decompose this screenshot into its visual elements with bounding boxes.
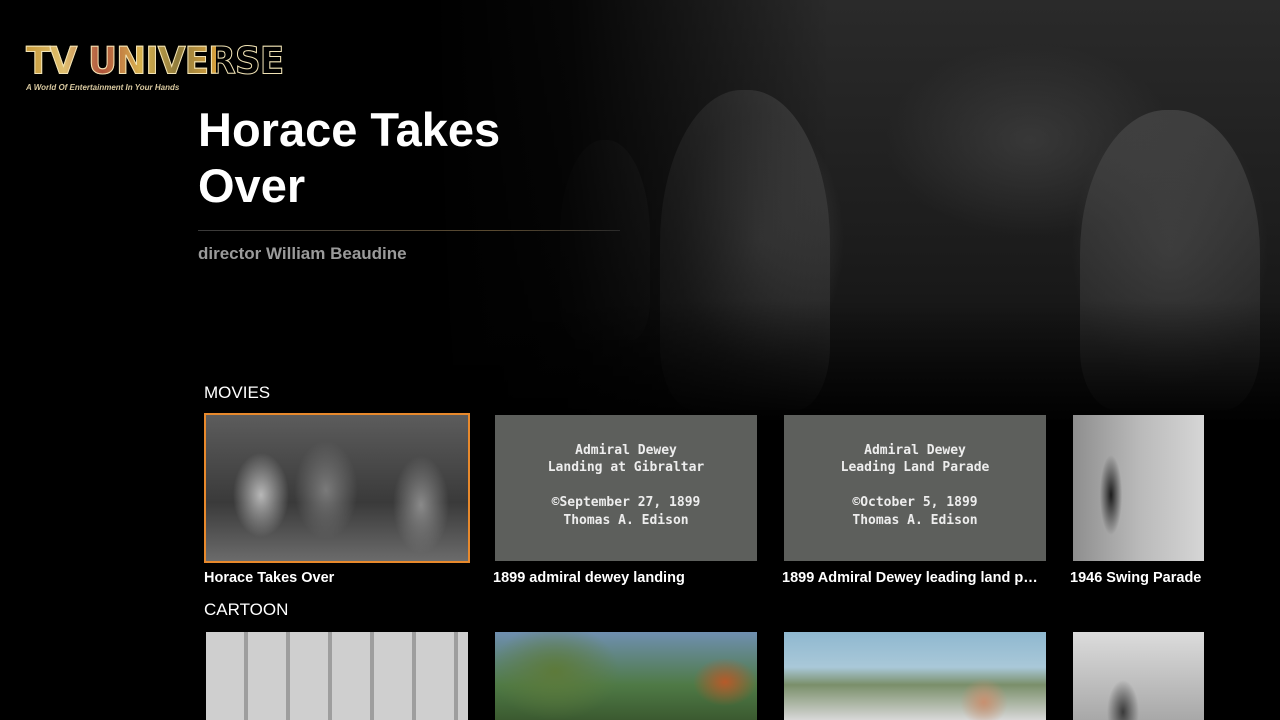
title-card-line: Leading Land Parade bbox=[840, 460, 990, 475]
row-title-movies: MOVIES bbox=[204, 383, 271, 402]
title-card-line: Landing at Gibraltar bbox=[547, 460, 705, 475]
card-thumbnail bbox=[495, 632, 757, 720]
hero-title: Horace Takes Over bbox=[198, 103, 501, 212]
cartoon-card[interactable] bbox=[784, 632, 1046, 720]
tv-app-screen: TV UNIVERSE A World Of Entertainment In … bbox=[0, 0, 1280, 720]
hero-divider bbox=[198, 230, 620, 231]
card-label: 1899 admiral dewey landing bbox=[493, 570, 685, 586]
card-thumbnail bbox=[1073, 632, 1204, 720]
cartoon-card[interactable] bbox=[1073, 632, 1204, 720]
hero-subtitle: director William Beaudine bbox=[198, 244, 407, 263]
title-card-line: Admiral Dewey bbox=[575, 443, 677, 458]
card-thumbnail: Admiral Dewey Landing at Gibraltar ©Sept… bbox=[495, 415, 757, 561]
card-thumbnail bbox=[206, 415, 468, 561]
title-card-line: Thomas A. Edison bbox=[563, 513, 689, 528]
movie-card-dewey-landing[interactable]: Admiral Dewey Landing at Gibraltar ©Sept… bbox=[495, 415, 757, 561]
movie-card-dewey-parade[interactable]: Admiral Dewey Leading Land Parade ©Octob… bbox=[784, 415, 1046, 561]
app-logo: TV UNIVERSE A World Of Entertainment In … bbox=[26, 39, 285, 100]
card-thumbnail bbox=[206, 632, 468, 720]
card-label: 1946 Swing Parade bbox=[1070, 570, 1202, 586]
card-label: 1899 Admiral Dewey leading land par... bbox=[782, 570, 1044, 586]
card-label: Horace Takes Over bbox=[204, 570, 335, 586]
title-card-line: ©September 27, 1899 bbox=[551, 495, 701, 510]
cartoon-card[interactable] bbox=[206, 632, 468, 720]
movie-card-swing-parade[interactable] bbox=[1073, 415, 1204, 561]
logo-wordmark: TV UNIVERSE bbox=[26, 39, 285, 83]
title-card-line: Thomas A. Edison bbox=[852, 513, 978, 528]
hero-fade-bottom bbox=[430, 300, 1280, 430]
logo-tagline: A World Of Entertainment In Your Hands bbox=[26, 83, 180, 92]
title-card-line: ©October 5, 1899 bbox=[852, 495, 978, 510]
card-thumbnail bbox=[784, 632, 1046, 720]
movie-card-horace-takes-over[interactable] bbox=[204, 413, 470, 563]
cartoon-card[interactable] bbox=[495, 632, 757, 720]
card-thumbnail: Admiral Dewey Leading Land Parade ©Octob… bbox=[784, 415, 1046, 561]
row-title-cartoon: CARTOON bbox=[204, 600, 289, 619]
title-card-line: Admiral Dewey bbox=[864, 443, 966, 458]
card-thumbnail bbox=[1073, 415, 1204, 561]
